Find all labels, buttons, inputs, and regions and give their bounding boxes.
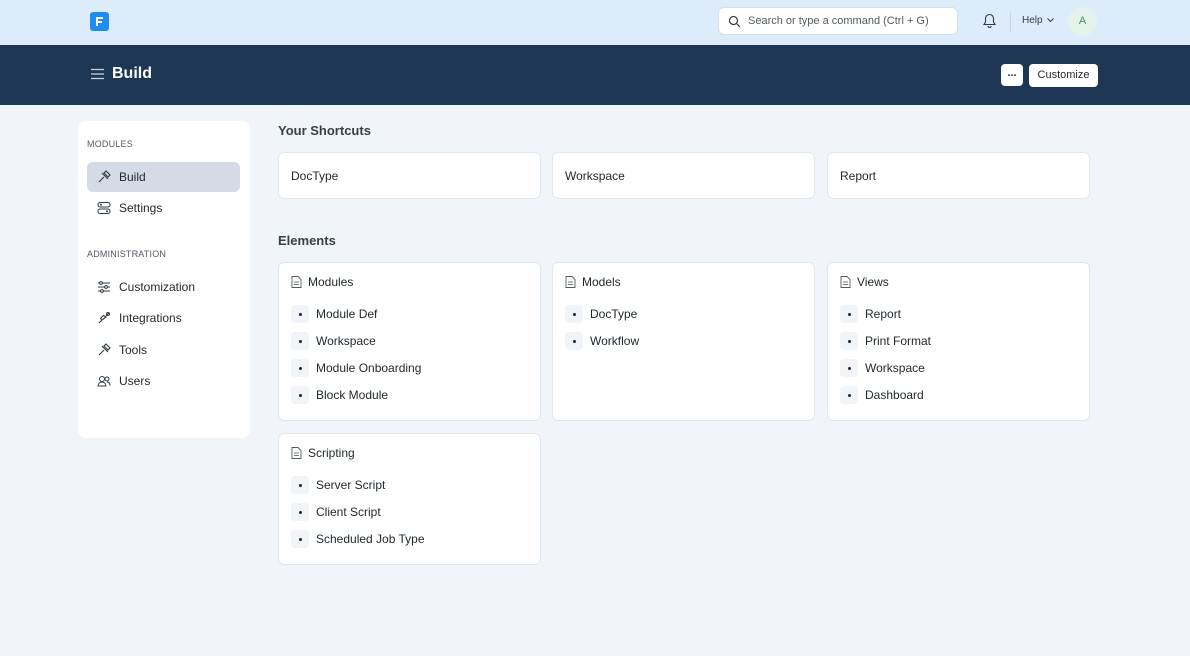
- sidebar-item-label: Tools: [119, 343, 148, 357]
- bullet-icon: [291, 359, 309, 377]
- link-label: Dashboard: [865, 388, 924, 402]
- bullet-icon: [291, 530, 309, 548]
- hamburger-menu-icon[interactable]: [91, 68, 104, 80]
- sidebar-item-label: Customization: [119, 280, 196, 294]
- bullet-icon: [291, 503, 309, 521]
- sidebar-item-users[interactable]: Users: [87, 366, 240, 396]
- link-label: Block Module: [316, 388, 389, 402]
- bullet-icon: [291, 386, 309, 404]
- bullet-icon: [291, 305, 309, 323]
- link-client-script[interactable]: Client Script: [291, 503, 381, 521]
- document-icon: [291, 447, 302, 459]
- sliders-icon: [98, 281, 110, 293]
- help-dropdown[interactable]: Help: [1022, 15, 1054, 26]
- link-label: Client Script: [316, 505, 381, 519]
- navbar: Search or type a command (Ctrl + G) Help…: [0, 0, 1190, 45]
- link-print-format[interactable]: Print Format: [840, 332, 931, 350]
- card-modules: Modules Module Def Workspace Module Onbo…: [278, 262, 541, 421]
- link-module-onboarding[interactable]: Module Onboarding: [291, 359, 421, 377]
- card-views: Views Report Print Format Workspace Dash…: [827, 262, 1090, 421]
- card-models: Models DocType Workflow: [552, 262, 815, 421]
- link-workspace[interactable]: Workspace: [291, 332, 376, 350]
- link-report[interactable]: Report: [840, 305, 901, 323]
- link-label: Scheduled Job Type: [316, 532, 425, 546]
- sidebar-item-tools[interactable]: Tools: [87, 335, 240, 365]
- bullet-icon: [840, 359, 858, 377]
- sidebar-item-customization[interactable]: Customization: [87, 272, 240, 302]
- shortcut-report[interactable]: Report: [827, 152, 1090, 199]
- bullet-icon: [565, 332, 583, 350]
- shortcut-doctype[interactable]: DocType: [278, 152, 541, 199]
- document-icon: [840, 276, 851, 288]
- sidebar-item-settings[interactable]: Settings: [87, 193, 240, 223]
- sidebar-item-label: Build: [119, 170, 146, 184]
- tools-icon: [98, 343, 111, 356]
- shortcut-workspace[interactable]: Workspace: [552, 152, 815, 199]
- settings-icon: [97, 202, 111, 214]
- card-title: Modules: [308, 275, 354, 289]
- sidebar-item-label: Users: [119, 374, 151, 388]
- link-workflow[interactable]: Workflow: [565, 332, 639, 350]
- search-icon: [728, 15, 741, 28]
- more-actions-button[interactable]: ...: [1001, 64, 1023, 86]
- page-title: Build: [112, 65, 152, 82]
- bullet-icon: [565, 305, 583, 323]
- link-label: Workflow: [590, 334, 640, 348]
- link-doctype[interactable]: DocType: [565, 305, 637, 323]
- link-scheduled-job-type[interactable]: Scheduled Job Type: [291, 530, 425, 548]
- link-server-script[interactable]: Server Script: [291, 476, 385, 494]
- bullet-icon: [291, 332, 309, 350]
- link-label: Workspace: [865, 361, 925, 375]
- sidebar-item-label: Settings: [119, 201, 163, 215]
- bullet-icon: [840, 332, 858, 350]
- sidebar-item-label: Integrations: [119, 311, 182, 325]
- link-label: Report: [865, 307, 902, 321]
- bullet-icon: [291, 476, 309, 494]
- avatar[interactable]: A: [1068, 7, 1097, 36]
- help-label: Help: [1022, 15, 1043, 26]
- page-head: Build ... Customize: [0, 45, 1190, 105]
- shortcuts-heading: Your Shortcuts: [278, 123, 371, 138]
- link-dashboard[interactable]: Dashboard: [840, 386, 924, 404]
- link-module-def[interactable]: Module Def: [291, 305, 377, 323]
- link-label: Workspace: [316, 334, 376, 348]
- sidebar: MODULES Build Settings ADMINISTRATION Cu…: [78, 121, 250, 438]
- search-input[interactable]: Search or type a command (Ctrl + G): [718, 7, 958, 35]
- card-scripting: Scripting Server Script Client Script Sc…: [278, 433, 541, 565]
- card-title: Models: [582, 275, 621, 289]
- sidebar-item-build[interactable]: Build: [87, 162, 240, 192]
- link-label: Module Onboarding: [316, 361, 422, 375]
- sidebar-section-administration: ADMINISTRATION: [87, 249, 167, 259]
- link-label: Server Script: [316, 478, 386, 492]
- notification-bell-icon[interactable]: [982, 13, 997, 29]
- document-icon: [565, 276, 576, 288]
- shortcut-label: Workspace: [565, 169, 625, 183]
- integration-icon: [98, 312, 110, 324]
- shortcut-label: Report: [840, 169, 877, 183]
- users-icon: [97, 376, 111, 387]
- search-placeholder: Search or type a command (Ctrl + G): [748, 15, 929, 27]
- link-workspace[interactable]: Workspace: [840, 359, 925, 377]
- shortcut-label: DocType: [291, 169, 339, 183]
- bullet-icon: [840, 305, 858, 323]
- link-label: Print Format: [865, 334, 932, 348]
- card-title: Scripting: [308, 446, 355, 460]
- link-label: DocType: [590, 307, 638, 321]
- chevron-down-icon: [1046, 18, 1054, 23]
- app-logo-icon[interactable]: [90, 12, 109, 31]
- link-label: Module Def: [316, 307, 378, 321]
- link-block-module[interactable]: Block Module: [291, 386, 388, 404]
- tools-icon: [98, 170, 111, 183]
- elements-heading: Elements: [278, 233, 336, 248]
- bullet-icon: [840, 386, 858, 404]
- sidebar-item-integrations[interactable]: Integrations: [87, 303, 240, 333]
- document-icon: [291, 276, 302, 288]
- card-title: Views: [857, 275, 889, 289]
- sidebar-section-modules: MODULES: [87, 139, 133, 149]
- customize-button[interactable]: Customize: [1029, 64, 1098, 87]
- navbar-divider: [1010, 12, 1011, 32]
